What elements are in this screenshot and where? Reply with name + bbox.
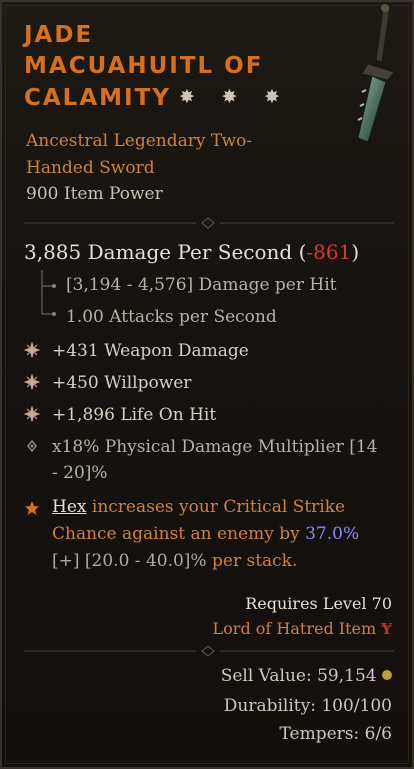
item-name: JADE MACUAHUITL OF CALAMITY ✸ ✸ ✸ <box>24 20 304 114</box>
damage-per-hit: [3,194 - 4,576] Damage per Hit <box>66 275 337 295</box>
stat-tree-connector <box>41 270 56 316</box>
legendary-text-a: increases your Critical Strike <box>86 497 346 517</box>
legendary-value: 37.0% <box>305 524 360 544</box>
sell-value: Sell Value: 59,154 <box>221 666 392 686</box>
dps-delta: -861 <box>306 240 352 264</box>
item-type-line-1: Ancestral Legendary Two- <box>26 131 253 151</box>
masterwork-stars-icon: ✸ ✸ ✸ <box>178 86 290 108</box>
section-divider <box>24 217 394 229</box>
damage-per-second: 3,885 Damage Per Second (-861) <box>24 240 360 264</box>
attacks-per-second: 1.00 Attacks per Second <box>66 307 277 327</box>
item-name-line-3-text: CALAMITY <box>24 85 171 111</box>
affix-willpower: +450 Willpower <box>52 373 192 393</box>
expansion-logo-icon: Ɏ <box>381 620 392 638</box>
tempered-affix: x18% Physical Damage Multiplier [14 - 20… <box>52 434 392 486</box>
gold-coin-icon <box>382 670 392 680</box>
required-level: Requires Level 70 <box>245 594 392 613</box>
item-type-line-2: Handed Sword <box>26 158 155 178</box>
tempers: Tempers: 6/6 <box>279 724 392 744</box>
tempered-affix-line-2: - 20]% <box>52 463 108 483</box>
legendary-range: [+] [20.0 - 40.0]% <box>52 551 207 571</box>
legendary-power-icon <box>25 501 39 515</box>
item-type: Ancestral Legendary Two- Handed Sword <box>26 128 286 182</box>
legendary-text-c: per stack. <box>206 551 298 571</box>
tempered-affix-icon <box>27 439 37 453</box>
affix-bullet-icon <box>24 342 40 358</box>
section-divider <box>24 645 394 657</box>
legendary-power-text: Hex increases your Critical Strike Chanc… <box>52 494 392 575</box>
expansion-tag-text: Lord of Hatred Item <box>212 619 377 638</box>
legendary-text-b: Chance against an enemy by <box>52 524 306 544</box>
affix-weapon-damage: +431 Weapon Damage <box>52 341 249 361</box>
item-tooltip: JADE MACUAHUITL OF CALAMITY ✸ ✸ ✸ Ancestr… <box>0 0 414 769</box>
sell-value-text: Sell Value: 59,154 <box>220 666 377 686</box>
tempered-affix-line-1: x18% Physical Damage Multiplier [14 <box>52 437 378 457</box>
sword-item-icon <box>357 3 395 143</box>
affix-life-on-hit: +1,896 Life On Hit <box>52 405 217 425</box>
dps-value: 3,885 Damage Per Second <box>24 240 293 264</box>
legendary-skill-link[interactable]: Hex <box>52 497 86 517</box>
affix-bullet-icon <box>24 406 40 422</box>
item-name-line-2: MACUAHUITL OF <box>24 53 264 79</box>
affix-bullet-icon <box>24 374 40 390</box>
item-name-line-1: JADE <box>24 22 94 48</box>
durability: Durability: 100/100 <box>223 696 392 716</box>
item-power: 900 Item Power <box>26 184 163 204</box>
item-name-line-3: CALAMITY ✸ ✸ ✸ <box>24 82 304 114</box>
expansion-tag: Lord of Hatred Item Ɏ <box>213 619 392 638</box>
